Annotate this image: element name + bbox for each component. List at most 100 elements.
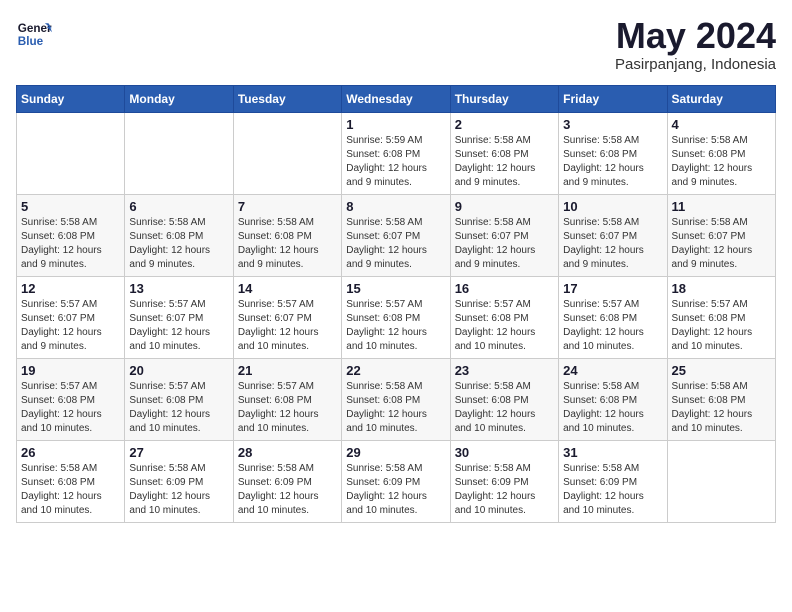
day-info: Sunrise: 5:58 AM Sunset: 6:08 PM Dayligh…: [346, 380, 445, 436]
day-number: 19: [21, 363, 120, 378]
month-title: May 2024: [615, 16, 776, 56]
calendar-cell: 4 Sunrise: 5:58 AM Sunset: 6:08 PM Daylig…: [667, 112, 775, 194]
day-number: 8: [346, 199, 445, 214]
calendar-cell: 3 Sunrise: 5:58 AM Sunset: 6:08 PM Daylig…: [559, 112, 667, 194]
calendar-cell: [233, 112, 341, 194]
calendar-cell: 18Sunrise: 5:57 AM Sunset: 6:08 PM Dayli…: [667, 276, 775, 358]
day-info: Sunrise: 5:58 AM Sunset: 6:08 PM Dayligh…: [563, 380, 662, 436]
calendar-cell: 11Sunrise: 5:58 AM Sunset: 6:07 PM Dayli…: [667, 194, 775, 276]
weekday-saturday: Saturday: [667, 85, 775, 112]
calendar-cell: [667, 440, 775, 522]
day-number: 20: [129, 363, 228, 378]
day-number: 5: [21, 199, 120, 214]
day-info: Sunrise: 5:58 AM Sunset: 6:08 PM Dayligh…: [21, 216, 120, 272]
day-info: Sunrise: 5:58 AM Sunset: 6:08 PM Dayligh…: [455, 134, 554, 190]
calendar-cell: 8 Sunrise: 5:58 AM Sunset: 6:07 PM Daylig…: [342, 194, 450, 276]
weekday-friday: Friday: [559, 85, 667, 112]
calendar-week-1: 1 Sunrise: 5:59 AM Sunset: 6:08 PM Daylig…: [17, 112, 776, 194]
calendar-body: 1 Sunrise: 5:59 AM Sunset: 6:08 PM Daylig…: [17, 112, 776, 522]
page-header: General Blue May 2024 Pasirpanjang, Indo…: [16, 16, 776, 73]
day-number: 4: [672, 117, 771, 132]
calendar-week-5: 26Sunrise: 5:58 AM Sunset: 6:08 PM Dayli…: [17, 440, 776, 522]
day-info: Sunrise: 5:58 AM Sunset: 6:08 PM Dayligh…: [455, 380, 554, 436]
calendar-cell: 29 Sunrise: 5:58 AM Sunset: 6:09 PM Dayli…: [342, 440, 450, 522]
day-number: 17: [563, 281, 662, 296]
calendar-cell: 15Sunrise: 5:57 AM Sunset: 6:08 PM Dayli…: [342, 276, 450, 358]
day-info: Sunrise: 5:57 AM Sunset: 6:08 PM Dayligh…: [672, 298, 771, 354]
calendar-header: SundayMondayTuesdayWednesdayThursdayFrid…: [17, 85, 776, 112]
weekday-sunday: Sunday: [17, 85, 125, 112]
day-number: 15: [346, 281, 445, 296]
day-info: Sunrise: 5:58 AM Sunset: 6:07 PM Dayligh…: [455, 216, 554, 272]
calendar-week-4: 19 Sunrise: 5:57 AM Sunset: 6:08 PM Dayli…: [17, 358, 776, 440]
day-info: Sunrise: 5:58 AM Sunset: 6:09 PM Dayligh…: [346, 462, 445, 518]
calendar-week-3: 12 Sunrise: 5:57 AM Sunset: 6:07 PM Dayli…: [17, 276, 776, 358]
day-info: Sunrise: 5:58 AM Sunset: 6:07 PM Dayligh…: [346, 216, 445, 272]
day-info: Sunrise: 5:59 AM Sunset: 6:08 PM Dayligh…: [346, 134, 445, 190]
day-info: Sunrise: 5:58 AM Sunset: 6:08 PM Dayligh…: [21, 462, 120, 518]
svg-text:Blue: Blue: [18, 35, 44, 48]
calendar-table: SundayMondayTuesdayWednesdayThursdayFrid…: [16, 85, 776, 523]
title-block: May 2024 Pasirpanjang, Indonesia: [615, 16, 776, 73]
calendar-cell: 10 Sunrise: 5:58 AM Sunset: 6:07 PM Dayli…: [559, 194, 667, 276]
day-info: Sunrise: 5:58 AM Sunset: 6:09 PM Dayligh…: [563, 462, 662, 518]
weekday-thursday: Thursday: [450, 85, 558, 112]
day-info: Sunrise: 5:57 AM Sunset: 6:07 PM Dayligh…: [238, 298, 337, 354]
day-info: Sunrise: 5:58 AM Sunset: 6:08 PM Dayligh…: [672, 380, 771, 436]
calendar-cell: 1 Sunrise: 5:59 AM Sunset: 6:08 PM Daylig…: [342, 112, 450, 194]
calendar-cell: 5 Sunrise: 5:58 AM Sunset: 6:08 PM Daylig…: [17, 194, 125, 276]
day-number: 28: [238, 445, 337, 460]
calendar-cell: 20 Sunrise: 5:57 AM Sunset: 6:08 PM Dayli…: [125, 358, 233, 440]
weekday-monday: Monday: [125, 85, 233, 112]
day-info: Sunrise: 5:58 AM Sunset: 6:08 PM Dayligh…: [238, 216, 337, 272]
day-info: Sunrise: 5:58 AM Sunset: 6:08 PM Dayligh…: [563, 134, 662, 190]
day-info: Sunrise: 5:58 AM Sunset: 6:09 PM Dayligh…: [129, 462, 228, 518]
day-info: Sunrise: 5:57 AM Sunset: 6:08 PM Dayligh…: [129, 380, 228, 436]
day-number: 13: [129, 281, 228, 296]
day-info: Sunrise: 5:58 AM Sunset: 6:07 PM Dayligh…: [563, 216, 662, 272]
weekday-header-row: SundayMondayTuesdayWednesdayThursdayFrid…: [17, 85, 776, 112]
calendar-cell: 16Sunrise: 5:57 AM Sunset: 6:08 PM Dayli…: [450, 276, 558, 358]
calendar-cell: 27 Sunrise: 5:58 AM Sunset: 6:09 PM Dayli…: [125, 440, 233, 522]
day-number: 25: [672, 363, 771, 378]
day-number: 29: [346, 445, 445, 460]
day-info: Sunrise: 5:58 AM Sunset: 6:08 PM Dayligh…: [672, 134, 771, 190]
calendar-cell: 22 Sunrise: 5:58 AM Sunset: 6:08 PM Dayli…: [342, 358, 450, 440]
day-info: Sunrise: 5:58 AM Sunset: 6:09 PM Dayligh…: [238, 462, 337, 518]
weekday-wednesday: Wednesday: [342, 85, 450, 112]
day-number: 7: [238, 199, 337, 214]
day-number: 3: [563, 117, 662, 132]
day-number: 10: [563, 199, 662, 214]
calendar-cell: 6 Sunrise: 5:58 AM Sunset: 6:08 PM Daylig…: [125, 194, 233, 276]
day-info: Sunrise: 5:58 AM Sunset: 6:09 PM Dayligh…: [455, 462, 554, 518]
day-number: 21: [238, 363, 337, 378]
day-number: 24: [563, 363, 662, 378]
day-number: 6: [129, 199, 228, 214]
calendar-cell: 7 Sunrise: 5:58 AM Sunset: 6:08 PM Daylig…: [233, 194, 341, 276]
day-info: Sunrise: 5:58 AM Sunset: 6:08 PM Dayligh…: [129, 216, 228, 272]
day-number: 16: [455, 281, 554, 296]
day-number: 30: [455, 445, 554, 460]
calendar-cell: 9 Sunrise: 5:58 AM Sunset: 6:07 PM Daylig…: [450, 194, 558, 276]
day-number: 27: [129, 445, 228, 460]
day-info: Sunrise: 5:57 AM Sunset: 6:07 PM Dayligh…: [21, 298, 120, 354]
calendar-week-2: 5 Sunrise: 5:58 AM Sunset: 6:08 PM Daylig…: [17, 194, 776, 276]
day-info: Sunrise: 5:57 AM Sunset: 6:07 PM Dayligh…: [129, 298, 228, 354]
calendar-cell: 30 Sunrise: 5:58 AM Sunset: 6:09 PM Dayli…: [450, 440, 558, 522]
day-number: 12: [21, 281, 120, 296]
day-number: 31: [563, 445, 662, 460]
calendar-cell: [17, 112, 125, 194]
logo: General Blue: [16, 16, 52, 52]
calendar-cell: 23 Sunrise: 5:58 AM Sunset: 6:08 PM Dayli…: [450, 358, 558, 440]
logo-icon: General Blue: [16, 16, 52, 52]
day-number: 1: [346, 117, 445, 132]
calendar-cell: [125, 112, 233, 194]
day-number: 9: [455, 199, 554, 214]
day-number: 23: [455, 363, 554, 378]
calendar-cell: 2Sunrise: 5:58 AM Sunset: 6:08 PM Daylig…: [450, 112, 558, 194]
calendar-cell: 19Sunrise: 5:57 AM Sunset: 6:08 PM Dayli…: [17, 358, 125, 440]
calendar-cell: 26Sunrise: 5:58 AM Sunset: 6:08 PM Dayli…: [17, 440, 125, 522]
day-info: Sunrise: 5:58 AM Sunset: 6:07 PM Dayligh…: [672, 216, 771, 272]
calendar-cell: 13 Sunrise: 5:57 AM Sunset: 6:07 PM Dayli…: [125, 276, 233, 358]
day-number: 22: [346, 363, 445, 378]
